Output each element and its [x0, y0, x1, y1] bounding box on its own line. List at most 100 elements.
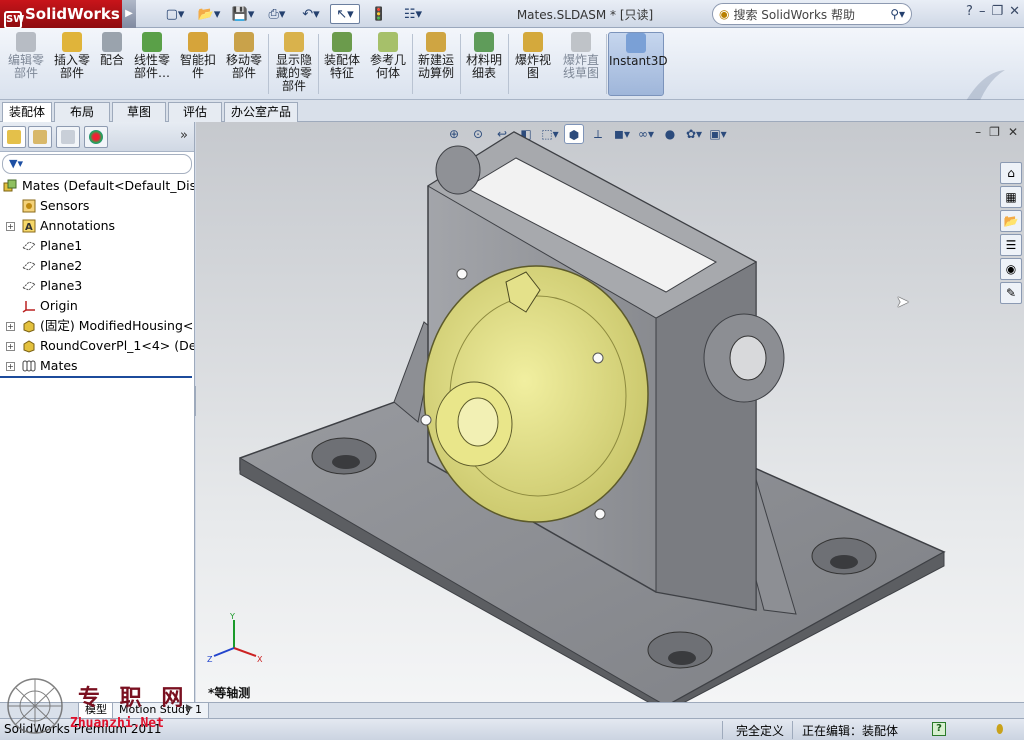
- smart-fasteners-button[interactable]: 智能扣 件: [176, 32, 220, 96]
- expand-toggle[interactable]: +: [6, 222, 15, 231]
- view-orientation-label: *等轴测: [208, 686, 251, 700]
- command-tabs: 装配体 布局 草图 评估 办公室产品: [0, 100, 1024, 123]
- search-icon[interactable]: ⚲▾: [890, 7, 905, 21]
- tab-sketch[interactable]: 草图: [112, 102, 166, 122]
- assembly-features-icon: [332, 32, 352, 52]
- panel-tabs: »: [0, 122, 194, 152]
- cover-bolt-hole: [420, 414, 432, 426]
- tree-item-annotations[interactable]: + A Annotations: [0, 216, 194, 236]
- design-library-icon[interactable]: ▦: [1000, 186, 1022, 208]
- exploded-view-button[interactable]: 爆炸视 图: [510, 32, 556, 96]
- mate-icon: [102, 32, 122, 52]
- command-manager-ribbon: 编辑零 部件 插入零 部件 配合 线性零 部件… 智能扣 件 移动零 部件 显示…: [0, 28, 1024, 114]
- new-motion-study-button[interactable]: 新建运 动算例: [414, 32, 458, 96]
- assembly-features-button[interactable]: 装配体 特征: [320, 32, 364, 96]
- tab-layout[interactable]: 布局: [54, 102, 110, 122]
- tree-item-plane2[interactable]: Plane2: [0, 256, 194, 276]
- help-search-box[interactable]: ◉ 搜索 SolidWorks 帮助 ⚲▾: [712, 3, 912, 25]
- solidworks-logo[interactable]: SWSolidWorks: [0, 0, 122, 29]
- property-manager-tab[interactable]: [28, 126, 52, 148]
- tree-filter-input[interactable]: ▼▾: [2, 154, 192, 174]
- open-icon[interactable]: 📂▾: [194, 4, 224, 24]
- file-explorer-icon[interactable]: 📂: [1000, 210, 1022, 232]
- expand-toggle[interactable]: +: [6, 322, 15, 331]
- definition-state: 完全定义: [736, 724, 785, 738]
- tree-item-origin[interactable]: Origin: [0, 296, 194, 316]
- show-hidden-components-button[interactable]: 显示隐 藏的零 部件: [272, 32, 316, 96]
- display-manager-tab[interactable]: [84, 126, 108, 148]
- options-icon[interactable]: ☷▾: [398, 4, 428, 24]
- side-boss-bore: [729, 335, 767, 381]
- tab-evaluate[interactable]: 评估: [168, 102, 222, 122]
- linear-pattern-button[interactable]: 线性零 部件…: [130, 32, 174, 96]
- lightbulb-icon: ◉: [719, 7, 730, 21]
- expand-toggle[interactable]: +: [6, 342, 15, 351]
- assembly-model[interactable]: [196, 122, 1024, 702]
- tree-item-round-cover[interactable]: + RoundCoverPl_1<4> (Defa: [0, 336, 194, 356]
- menu-expand-arrow[interactable]: ▶: [122, 0, 136, 28]
- tree-item-mates[interactable]: + Mates: [0, 356, 194, 376]
- document-title: Mates.SLDASM * [只读]: [516, 8, 654, 22]
- insert-component-button[interactable]: 插入零 部件: [50, 32, 94, 96]
- filter-icon: ▼▾: [9, 157, 23, 170]
- configuration-manager-tab[interactable]: [56, 126, 80, 148]
- cover-boss-bore: [457, 397, 499, 447]
- graphics-viewport[interactable]: ⊕ ⊙ ↩ ◧ ⬚▾ ⬢ ⟂ ◼▾ ∞▾ ● ✿▾ ▣▾ – ❐ ✕ ➤ ⌂ ▦…: [196, 122, 1024, 702]
- undo-icon[interactable]: ↶▾: [296, 4, 326, 24]
- assembly-icon: [3, 179, 17, 192]
- help-button[interactable]: ?: [966, 4, 973, 19]
- task-pane-tabs: ⌂ ▦ 📂 ☰ ◉ ✎: [1000, 162, 1024, 306]
- annotation-icon: A: [22, 219, 36, 233]
- new-icon[interactable]: ▢▾: [160, 4, 190, 24]
- move-component-button[interactable]: 移动零 部件: [222, 32, 266, 96]
- property-manager-icon: [33, 130, 47, 144]
- rebuild-icon[interactable]: 🚦: [364, 4, 394, 24]
- custom-properties-icon[interactable]: ✎: [1000, 282, 1022, 304]
- minimize-button[interactable]: –: [979, 4, 986, 19]
- edit-component-button[interactable]: 编辑零 部件: [4, 32, 48, 96]
- mount-hole-inner: [668, 651, 696, 665]
- expand-toggle[interactable]: +: [6, 362, 15, 371]
- feature-manager-tab[interactable]: [2, 126, 26, 148]
- tree-item-plane1[interactable]: Plane1: [0, 236, 194, 256]
- reference-geometry-button[interactable]: 参考几 何体: [366, 32, 410, 96]
- bill-of-materials-button[interactable]: 材料明 细表: [462, 32, 506, 96]
- insert-component-icon: [62, 32, 82, 52]
- watermark-url: Zhuanzhi.Net: [70, 716, 164, 731]
- search-placeholder: 搜索 SolidWorks 帮助: [733, 7, 855, 22]
- watermark-title: 专 职 网: [78, 685, 190, 711]
- cover-bolt-hole: [592, 352, 604, 364]
- expand-panel-icon[interactable]: »: [180, 128, 188, 143]
- configuration-icon: [61, 130, 75, 144]
- tab-office-products[interactable]: 办公室产品: [224, 102, 298, 122]
- origin-icon: [22, 301, 35, 313]
- feature-manager-panel: » ▼▾ Mates (Default<Default_Disp Sensors…: [0, 122, 195, 702]
- close-button[interactable]: ✕: [1009, 4, 1020, 19]
- status-separator: [792, 721, 793, 739]
- mate-button[interactable]: 配合: [96, 32, 128, 96]
- print-icon[interactable]: ⎙▾: [262, 4, 292, 24]
- explode-line-sketch-button[interactable]: 爆炸直 线草图: [558, 32, 604, 96]
- cover-bolt-hole: [594, 508, 606, 520]
- select-pointer-icon[interactable]: ↖▾: [330, 4, 360, 24]
- view-palette-icon[interactable]: ☰: [1000, 234, 1022, 256]
- appearances-icon[interactable]: ◉: [1000, 258, 1022, 280]
- part-icon: [23, 320, 35, 333]
- tree-item-sensors[interactable]: Sensors: [0, 196, 194, 216]
- tree-item-plane3[interactable]: Plane3: [0, 276, 194, 296]
- ribbon-separator: [606, 34, 607, 94]
- tree-item-modified-housing[interactable]: + (固定) ModifiedHousing<1: [0, 316, 194, 336]
- show-hidden-icon: [284, 32, 304, 52]
- side-boss: [435, 145, 481, 195]
- save-icon[interactable]: 💾▾: [228, 4, 258, 24]
- quick-tips-icon[interactable]: ?: [932, 722, 946, 736]
- instant3d-button[interactable]: Instant3D: [608, 32, 668, 96]
- tab-assembly[interactable]: 装配体: [2, 102, 52, 123]
- editing-state: 正在编辑：装配体: [802, 724, 899, 738]
- tree-bottom-rule: [0, 376, 192, 378]
- tag-icon[interactable]: ⬮: [996, 722, 1004, 737]
- app-name: SolidWorks: [25, 5, 120, 23]
- tree-item-root[interactable]: Mates (Default<Default_Disp: [0, 176, 194, 196]
- home-icon[interactable]: ⌂: [1000, 162, 1022, 184]
- restore-button[interactable]: ❐: [991, 4, 1003, 19]
